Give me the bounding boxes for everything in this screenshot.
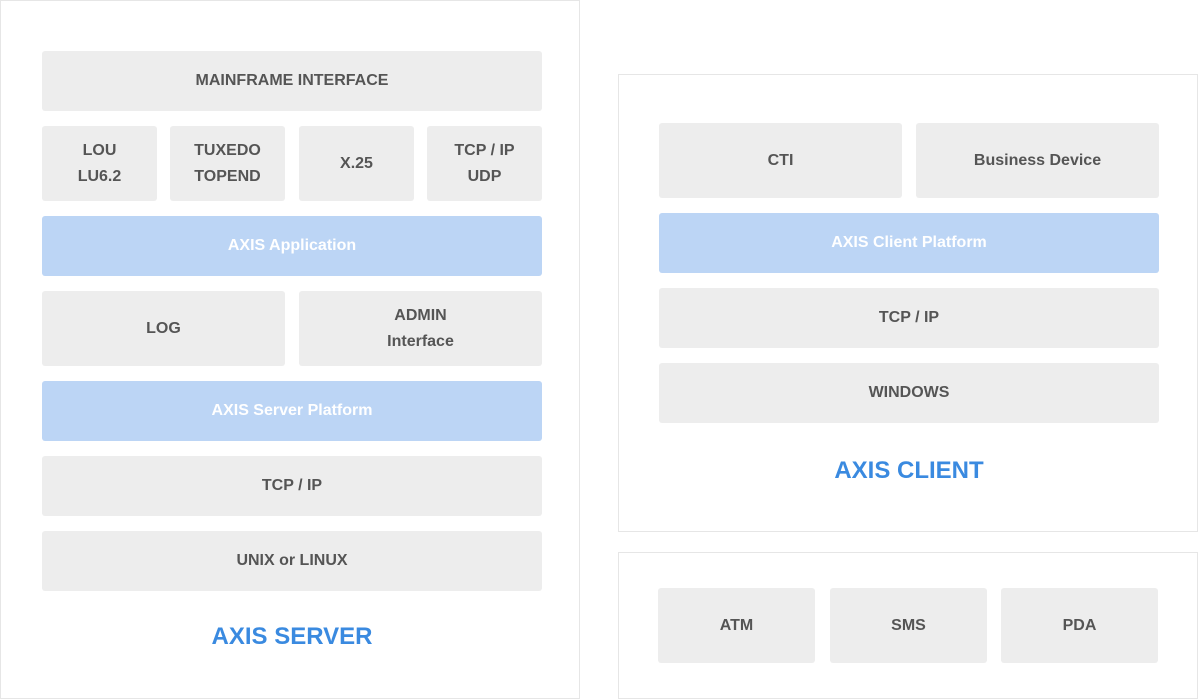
axis-client-platform-label: AXIS Client Platform [831, 234, 987, 251]
axis-client-title: AXIS CLIENT [834, 457, 984, 484]
unix-linux-label: UNIX or LINUX [236, 552, 348, 569]
atm-box: ATM [658, 588, 815, 663]
sms-box: SMS [830, 588, 987, 663]
client-tcpip-box: TCP / IP [659, 288, 1159, 348]
axis-application-label: AXIS Application [227, 237, 357, 254]
lou-box: LOU LU6.2 [42, 126, 157, 201]
cti-box: CTI [659, 123, 902, 198]
pda-box: PDA [1001, 588, 1158, 663]
mainframe-interface-box: MAINFRAME INTERFACE [42, 51, 542, 111]
axis-server-platform-box: AXIS Server Platform [42, 381, 542, 441]
business-device-box: Business Device [916, 123, 1159, 198]
mainframe-interface-label: MAINFRAME INTERFACE [195, 72, 389, 89]
x25-box: X.25 [299, 126, 414, 201]
axis-application-box: AXIS Application [42, 216, 542, 276]
tuxedo-label-line1: TUXEDO [194, 141, 261, 159]
devices-panel: ATM SMS PDA [618, 552, 1198, 699]
tcp-udp-box: TCP / IP UDP [427, 126, 542, 201]
lou-label-line1: LOU [82, 141, 117, 159]
server-tcpip-label: TCP / IP [261, 477, 323, 494]
windows-label: WINDOWS [868, 384, 950, 401]
admin-interface-box: ADMIN Interface [299, 291, 542, 366]
axis-client-panel: CTI Business Device AXIS Client Platform… [618, 74, 1198, 532]
atm-label: ATM [719, 616, 754, 634]
log-label: LOG [146, 319, 181, 337]
admin-label-line2: Interface [387, 332, 454, 350]
business-device-label: Business Device [973, 151, 1102, 169]
axis-client-platform-box: AXIS Client Platform [659, 213, 1159, 273]
tuxedo-box: TUXEDO TOPEND [170, 126, 285, 201]
cti-label: CTI [767, 151, 794, 169]
admin-label-line1: ADMIN [394, 306, 447, 324]
axis-server-title: AXIS SERVER [211, 623, 373, 650]
x25-label: X.25 [340, 154, 373, 172]
pda-label: PDA [1062, 616, 1097, 634]
unix-linux-box: UNIX or LINUX [42, 531, 542, 591]
log-box: LOG [42, 291, 285, 366]
windows-box: WINDOWS [659, 363, 1159, 423]
server-tcpip-box: TCP / IP [42, 456, 542, 516]
client-tcpip-label: TCP / IP [878, 309, 940, 326]
tcp-udp-label-line2: UDP [467, 167, 502, 185]
axis-server-platform-label: AXIS Server Platform [211, 402, 373, 419]
tuxedo-label-line2: TOPEND [194, 167, 261, 185]
axis-server-panel: MAINFRAME INTERFACE LOU LU6.2 TUXEDO TOP… [0, 0, 580, 699]
tcp-udp-label-line1: TCP / IP [454, 141, 515, 159]
sms-label: SMS [891, 616, 926, 634]
lou-label-line2: LU6.2 [77, 167, 122, 185]
